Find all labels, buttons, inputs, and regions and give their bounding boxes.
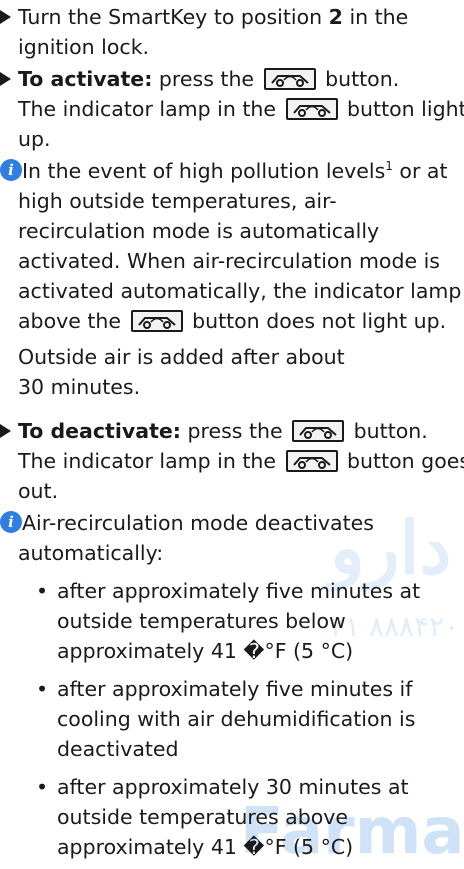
info-icon: i	[0, 511, 22, 533]
list-item: • after approximately five minutes if co…	[36, 677, 416, 761]
triangle-bullet-icon	[0, 10, 11, 24]
triangle-bullet-icon	[0, 424, 11, 438]
air-recirculation-icon	[292, 420, 345, 442]
manual-page: دارو ۲۱ ۸۸۸۴۲۰ FarmaSo Turn the SmartKey…	[0, 0, 464, 869]
air-recirculation-icon	[285, 450, 338, 472]
list-item: • after approximately 30 minutes at outs…	[36, 775, 409, 859]
air-recirculation-icon	[130, 310, 183, 332]
note-pollution: i In the event of high pollution levels1…	[0, 156, 464, 402]
info-icon: i	[0, 159, 22, 181]
air-recirculation-icon	[263, 68, 316, 90]
list-item: • after approximately five minutes at ou…	[36, 579, 421, 663]
air-recirculation-icon	[285, 98, 338, 120]
step-turn-key: Turn the SmartKey to position 2 in the i…	[0, 2, 464, 62]
step-deactivate: To deactivate: press the button. The ind…	[0, 416, 464, 506]
triangle-bullet-icon	[0, 72, 11, 86]
note-deactivation: i Air-recirculation mode deactivates aut…	[0, 508, 464, 862]
step-activate: To activate: press the button. The indic…	[0, 64, 464, 154]
